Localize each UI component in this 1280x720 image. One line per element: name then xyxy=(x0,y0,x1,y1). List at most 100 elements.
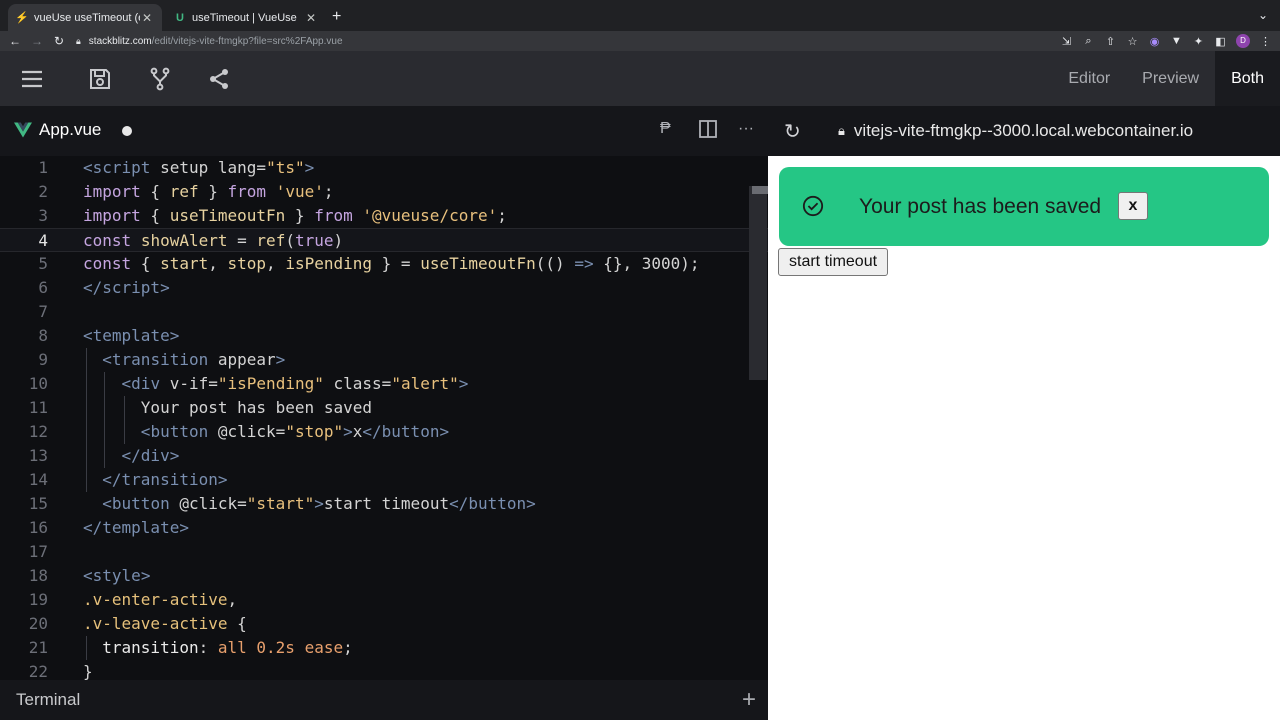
address-bar: ← → ↻ 🔒︎ stackblitz.com /edit/vitejs-vit… xyxy=(0,31,1280,51)
browser-tab[interactable]: U useTimeout | VueUse ✕ xyxy=(166,4,326,31)
code-token: </ xyxy=(83,278,103,297)
code-line[interactable]: 13 </div> xyxy=(0,444,768,468)
forward-arrow-icon[interactable]: → xyxy=(26,34,48,48)
reload-icon[interactable]: ↻ xyxy=(48,34,70,48)
split-editor-icon[interactable] xyxy=(699,120,717,143)
code-line[interactable]: 22} xyxy=(0,660,768,680)
code-token: = xyxy=(237,494,247,513)
code-line[interactable]: 19 .v-enter-active, xyxy=(0,588,768,612)
code-token: (() xyxy=(535,254,575,273)
view-both-button[interactable]: Both xyxy=(1215,51,1280,106)
code-token: ); xyxy=(680,254,700,273)
code-token: ) xyxy=(333,231,344,250)
more-horizontal-icon[interactable]: ··· xyxy=(738,120,754,138)
back-arrow-icon[interactable]: ← xyxy=(4,34,26,48)
new-tab-button[interactable]: + xyxy=(332,8,341,26)
code-token: button xyxy=(381,422,440,441)
terminal-panel[interactable]: Terminal + xyxy=(0,680,768,720)
code-token: 3000 xyxy=(641,254,681,273)
code-line[interactable]: 20 .v-leave-active { xyxy=(0,612,768,636)
add-terminal-icon[interactable]: + xyxy=(742,686,756,714)
view-editor-button[interactable]: Editor xyxy=(1052,51,1126,106)
code-token: < xyxy=(102,494,112,513)
code-token: true xyxy=(294,231,334,250)
file-tab-app-vue[interactable]: App.vue xyxy=(14,120,101,140)
code-line[interactable]: 6 </script> xyxy=(0,276,768,300)
line-code: <button @click="start">start timeout</bu… xyxy=(83,492,536,516)
line-number: 7 xyxy=(38,302,48,321)
save-icon[interactable] xyxy=(88,67,112,91)
editor-scrollbar[interactable] xyxy=(749,186,767,380)
share-icon[interactable] xyxy=(207,67,231,91)
more-vertical-icon[interactable]: ⋮ xyxy=(1259,35,1272,48)
code-editor[interactable]: 1 <script setup lang="ts"> 2 import { ref }… xyxy=(0,156,768,680)
code-line[interactable]: 14 </transition> xyxy=(0,468,768,492)
line-code: </template> xyxy=(83,516,189,540)
code-token: start xyxy=(160,254,209,273)
url-path: /edit/vitejs-vite-ftmgkp?file=src%2FApp.… xyxy=(151,35,343,47)
code-line[interactable]: 3 import { useTimeoutFn } from '@vueuse/c… xyxy=(0,204,768,228)
alert-close-button[interactable]: x xyxy=(1118,192,1148,220)
prettier-icon[interactable]: ₱ xyxy=(660,120,671,138)
preview-url-text: vitejs-vite-ftmgkp--3000.local.webcontai… xyxy=(853,121,1194,140)
code-line[interactable]: 1 <script setup lang="ts"> xyxy=(0,156,768,180)
code-line[interactable]: 12 <button @click="stop">x</button> xyxy=(0,420,768,444)
avatar[interactable]: D xyxy=(1236,34,1250,48)
line-number: 2 xyxy=(38,182,48,201)
code-line[interactable]: 21 transition: all 0.2s ease; xyxy=(0,636,768,660)
browser-tab-active[interactable]: ⚡ vueUse useTimeout (end) - Sta ✕ xyxy=(8,4,162,31)
code-line[interactable]: 15 <button @click="start">start timeout<… xyxy=(0,492,768,516)
fork-icon[interactable] xyxy=(148,67,172,91)
line-code: import { ref } from 'vue'; xyxy=(83,180,334,204)
code-line[interactable]: 17 xyxy=(0,540,768,564)
code-token: , xyxy=(266,254,286,273)
code-line[interactable]: 2 import { ref } from 'vue'; xyxy=(0,180,768,204)
share-icon[interactable]: ⇧ xyxy=(1104,35,1117,48)
code-line[interactable]: 10 <div v-if="isPending" class="alert"> xyxy=(0,372,768,396)
install-icon[interactable]: ⇲ xyxy=(1060,35,1073,48)
code-token: Your post has been saved xyxy=(83,398,372,417)
code-line[interactable]: 16 </template> xyxy=(0,516,768,540)
zoom-icon[interactable]: ⌕ xyxy=(1082,35,1095,48)
code-line[interactable]: 9 <transition appear> xyxy=(0,348,768,372)
code-token: showAlert xyxy=(140,231,228,250)
stackblitz-header: Editor Preview Both xyxy=(0,51,1280,106)
view-preview-button[interactable]: Preview xyxy=(1126,51,1215,106)
sidepanel-icon[interactable]: ◧ xyxy=(1214,35,1227,48)
code-line[interactable]: 8 <template> xyxy=(0,324,768,348)
close-icon[interactable]: ✕ xyxy=(304,11,318,25)
start-timeout-button[interactable]: start timeout xyxy=(778,248,889,276)
code-token: transition xyxy=(102,638,199,657)
vue-devtools-icon[interactable]: ▼ xyxy=(1170,35,1183,47)
code-line[interactable]: 18 <style> xyxy=(0,564,768,588)
url-field[interactable]: 🔒︎ stackblitz.com /edit/vitejs-vite-ftmg… xyxy=(76,36,343,47)
code-token: 'vue' xyxy=(275,182,324,201)
line-number: 14 xyxy=(28,470,48,489)
vueuse-icon: U xyxy=(176,11,184,24)
code-token: useTimeoutFn xyxy=(420,254,536,273)
editor-tab-strip: App.vue ₱ ··· xyxy=(0,106,768,156)
close-icon[interactable]: ✕ xyxy=(140,11,154,25)
preview-url-field[interactable]: 🔒︎ vitejs-vite-ftmgkp--3000.local.webcon… xyxy=(838,121,1193,141)
puzzle-icon[interactable]: ✦ xyxy=(1192,35,1205,48)
code-token: : xyxy=(198,638,218,657)
code-token: { xyxy=(140,206,170,225)
code-token: < xyxy=(102,350,112,369)
code-line[interactable]: 4 const showAlert = ref(true) xyxy=(0,228,768,252)
chevron-down-icon[interactable]: ⌄ xyxy=(1258,8,1268,22)
reload-preview-icon[interactable]: ↻ xyxy=(784,119,801,144)
menu-icon[interactable] xyxy=(20,67,44,91)
code-line[interactable]: 11 Your post has been saved xyxy=(0,396,768,420)
code-token: = xyxy=(275,422,286,441)
line-code: </script> xyxy=(83,276,170,300)
code-line[interactable]: 5 const { start, stop, isPending } = useT… xyxy=(0,252,768,276)
extension-icon[interactable]: ◉ xyxy=(1148,35,1161,48)
code-line[interactable]: 7 xyxy=(0,300,768,324)
bookmark-star-icon[interactable]: ☆ xyxy=(1126,35,1139,48)
